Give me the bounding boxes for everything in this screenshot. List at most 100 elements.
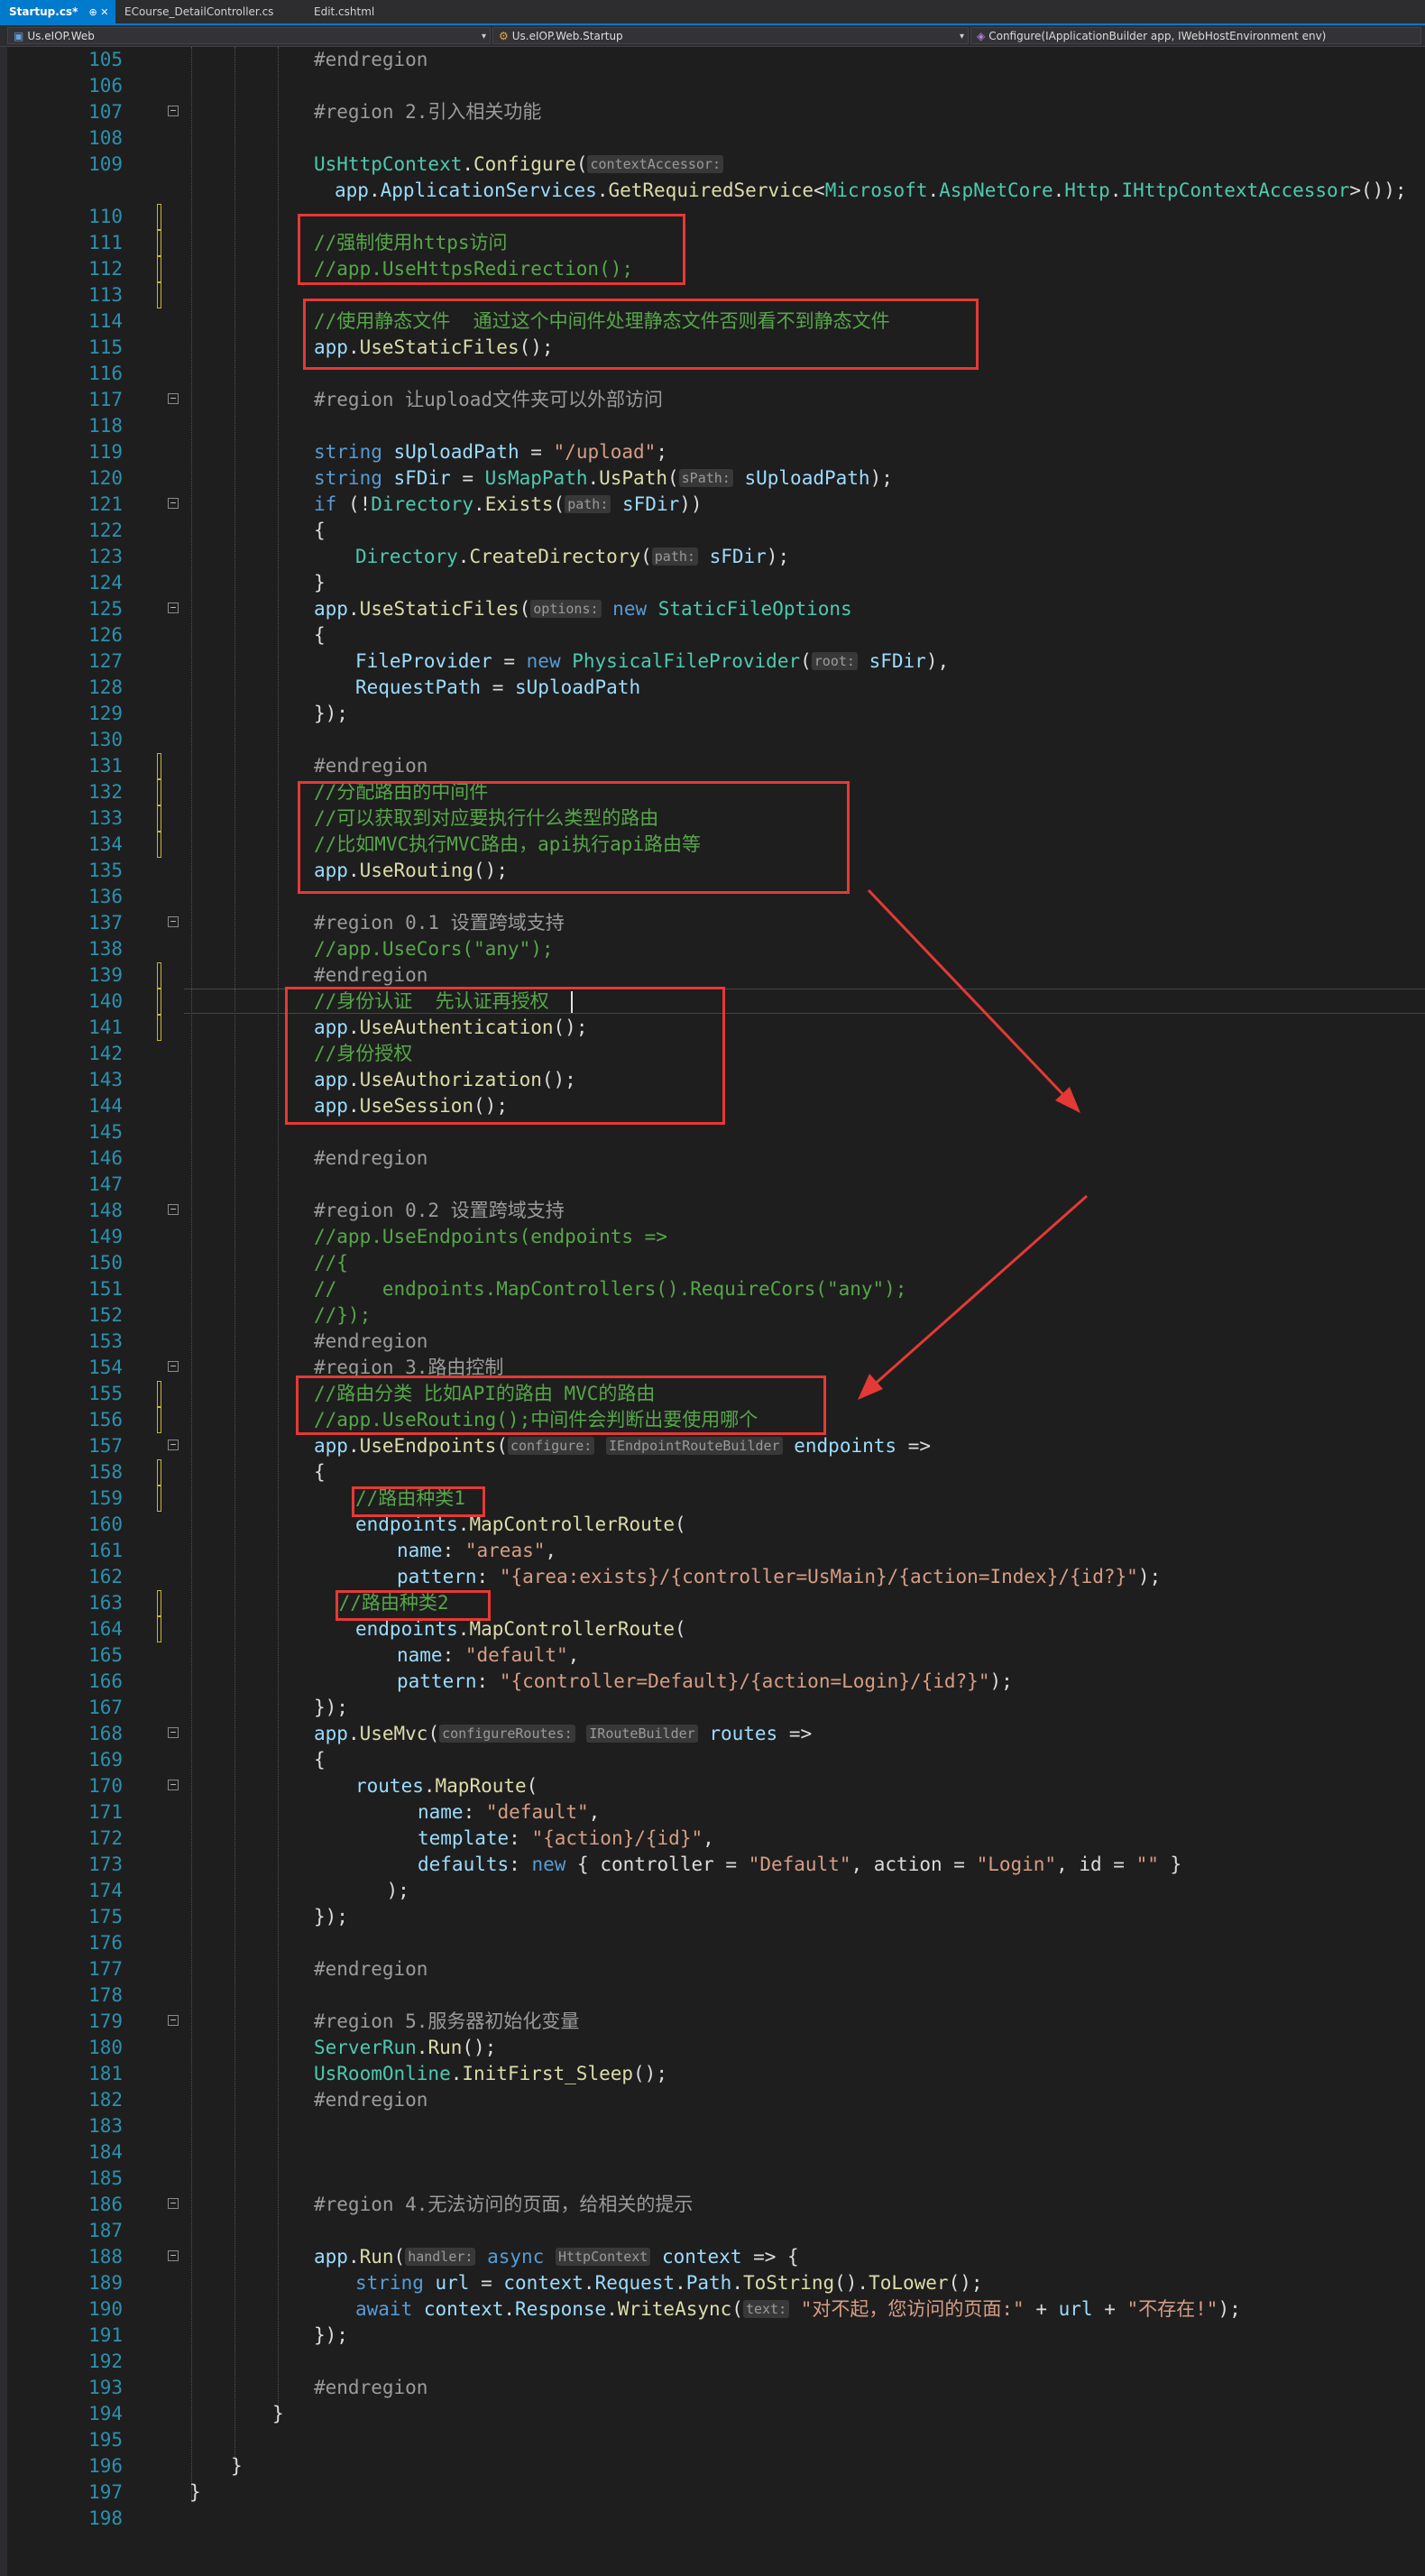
code-line[interactable]: 174); <box>7 1878 1425 1904</box>
code-line[interactable]: 167}); <box>7 1695 1425 1721</box>
code-line[interactable]: 152 //}); <box>7 1302 1425 1329</box>
code-line[interactable]: 111//强制使用https访问 <box>7 230 1425 256</box>
code-line[interactable]: 170 − routes.MapRoute( <box>7 1773 1425 1799</box>
code-line[interactable]: 178 <box>7 1983 1425 2009</box>
code-line[interactable]: 138 //app.UseCors("any"); <box>7 936 1425 962</box>
fold-collapse-icon[interactable]: − <box>168 393 179 404</box>
code-line[interactable]: 176 <box>7 1930 1425 1956</box>
fold-collapse-icon[interactable]: − <box>168 106 179 116</box>
tab-startup[interactable]: Startup.cs* ⊕ ✕ <box>0 0 115 23</box>
code-line[interactable]: 185 <box>7 2166 1425 2192</box>
code-line[interactable]: 172 template: "{action}/{id}", <box>7 1826 1425 1852</box>
code-line[interactable]: 119 string sUploadPath = "/upload"; <box>7 439 1425 465</box>
code-token: => { <box>741 2246 799 2268</box>
code-line[interactable]: 196} <box>7 2453 1425 2479</box>
code-line[interactable]: 109 UsHttpContext.Configure(contextAccess… <box>7 152 1425 178</box>
code-line[interactable]: 181 UsRoomOnline.InitFirst_Sleep(); <box>7 2061 1425 2087</box>
code-line[interactable]: 108 <box>7 125 1425 152</box>
fold-collapse-icon[interactable]: − <box>168 1780 179 1790</box>
code-line[interactable]: 123 Directory.CreateDirectory(path: sFDir… <box>7 544 1425 570</box>
code-line[interactable]: 121 − if (!Directory.Exists(path: sFDir)) <box>7 492 1425 518</box>
fold-collapse-icon[interactable]: − <box>168 2198 179 2209</box>
code-line[interactable]: 110 <box>7 204 1425 230</box>
code-line[interactable]: 126 { <box>7 622 1425 649</box>
code-line[interactable]: 162 pattern: "{area:exists}/{controller=U… <box>7 1564 1425 1590</box>
code-line[interactable]: 150 //{ <box>7 1250 1425 1276</box>
project-dropdown[interactable]: ▣ Us.eIOP.Web ▾ <box>7 27 491 44</box>
code-line[interactable]: 166 pattern: "{controller=Default}/{actio… <box>7 1669 1425 1695</box>
code-line[interactable]: 105 #endregion <box>7 47 1425 73</box>
code-line[interactable]: 148 − #region 0.2 设置跨域支持 <box>7 1198 1425 1224</box>
fold-collapse-icon[interactable]: − <box>168 498 179 509</box>
line-number: 155 <box>88 1383 123 1404</box>
code-line[interactable]: 195 <box>7 2427 1425 2453</box>
type-dropdown[interactable]: ⚙ Us.eIOP.Web.Startup ▾ <box>492 27 969 44</box>
code-line[interactable]: 127 FileProvider = new PhysicalFileProvid… <box>7 649 1425 675</box>
fold-collapse-icon[interactable]: − <box>168 1204 179 1215</box>
code-line[interactable]: 164 endpoints.MapControllerRoute( <box>7 1616 1425 1642</box>
fold-collapse-icon[interactable]: − <box>168 2250 179 2261</box>
fold-collapse-icon[interactable]: − <box>168 603 179 613</box>
code-line[interactable]: 175}); <box>7 1904 1425 1930</box>
code-line[interactable]: 169 { <box>7 1747 1425 1773</box>
code-line[interactable]: 158 { <box>7 1459 1425 1486</box>
code-line[interactable]: 193 #endregion <box>7 2375 1425 2401</box>
member-dropdown[interactable]: ◈ Configure(IApplicationBuilder app, IWeb… <box>970 27 1421 44</box>
code-line[interactable]: 107 − #region 2.引入相关功能 <box>7 99 1425 125</box>
code-line[interactable]: 179 − #region 5.服务器初始化变量 <box>7 2009 1425 2035</box>
code-line[interactable]: 149 //app.UseEndpoints(endpoints => <box>7 1224 1425 1250</box>
tab-close-icon[interactable]: ⊕ ✕ <box>89 6 109 18</box>
code-line[interactable]: 117 − #region 让upload文件夹可以外部访问 <box>7 387 1425 413</box>
code-line[interactable]: app.ApplicationServices.GetRequiredServi… <box>7 178 1425 204</box>
code-line[interactable]: 168 − app.UseMvc(configureRoutes: IRouteBu… <box>7 1721 1425 1747</box>
code-line[interactable]: 120 string sFDir = UsMapPath.UsPath(sPath… <box>7 465 1425 492</box>
code-line[interactable]: 194} <box>7 2401 1425 2427</box>
fold-collapse-icon[interactable]: − <box>168 1361 179 1372</box>
code-line[interactable]: 183 <box>7 2113 1425 2139</box>
code-line[interactable]: 151 // endpoints.MapControllers().Require… <box>7 1276 1425 1302</box>
fold-collapse-icon[interactable]: − <box>168 2015 179 2026</box>
code-line[interactable]: 106 <box>7 73 1425 99</box>
code-line[interactable]: 197} <box>7 2479 1425 2506</box>
code-line[interactable]: 131 #endregion <box>7 753 1425 779</box>
code-line[interactable]: 186 − #region 4.无法访问的页面，给相关的提示 <box>7 2192 1425 2218</box>
code-line[interactable]: 124} <box>7 570 1425 596</box>
code-line[interactable]: 137 − #region 0.1 设置跨域支持 <box>7 910 1425 936</box>
code-line[interactable]: 180 ServerRun.Run(); <box>7 2035 1425 2061</box>
code-line[interactable]: 177 #endregion <box>7 1956 1425 1983</box>
code-line[interactable]: 191}); <box>7 2323 1425 2349</box>
code-line[interactable]: 130 <box>7 727 1425 753</box>
code-line[interactable]: 129}); <box>7 701 1425 727</box>
fold-collapse-icon[interactable]: − <box>168 916 179 927</box>
fold-collapse-icon[interactable]: − <box>168 1440 179 1450</box>
tab-ecourse-detail-controller[interactable]: ECourse_DetailController.cs <box>115 0 305 23</box>
code-line[interactable]: 146 #endregion <box>7 1145 1425 1172</box>
code-line[interactable]: 122 { <box>7 518 1425 544</box>
fold-collapse-icon[interactable]: − <box>168 1727 179 1738</box>
code-line[interactable]: 147 <box>7 1172 1425 1198</box>
code-line[interactable]: 171 name: "default", <box>7 1799 1425 1826</box>
code-line[interactable]: 198 <box>7 2506 1425 2532</box>
code-line[interactable]: 161 name: "areas", <box>7 1538 1425 1564</box>
code-line[interactable]: 190 await context.Response.WriteAsync(tex… <box>7 2296 1425 2323</box>
code-line[interactable]: 159//路由种类1 <box>7 1486 1425 1512</box>
tab-edit-cshtml[interactable]: Edit.cshtml <box>305 0 413 23</box>
code-line[interactable]: 139 #endregion <box>7 962 1425 989</box>
code-line[interactable]: 118 <box>7 413 1425 439</box>
code-line[interactable]: 128 RequestPath = sUploadPath <box>7 675 1425 701</box>
code-editor[interactable]: 105 #endregion 106 107− #region 2.引入相关功能 108 1… <box>7 47 1425 2576</box>
code-line[interactable]: 165 name: "default", <box>7 1642 1425 1669</box>
code-line[interactable]: 189 string url = context.Request.Path.ToS… <box>7 2270 1425 2296</box>
code-line[interactable]: 160 endpoints.MapControllerRoute( <box>7 1512 1425 1538</box>
code-line[interactable]: 184 <box>7 2139 1425 2166</box>
code-line[interactable]: 112//app.UseHttpsRedirection(); <box>7 256 1425 282</box>
code-line[interactable]: 163//路由种类2 <box>7 1590 1425 1616</box>
code-line[interactable]: 125 − app.UseStaticFiles(options: new Stat… <box>7 596 1425 622</box>
code-line[interactable]: 188 − app.Run(handler: async HttpContext c… <box>7 2244 1425 2270</box>
code-line[interactable]: 153 #endregion <box>7 1329 1425 1355</box>
code-line[interactable]: 187 <box>7 2218 1425 2244</box>
code-line[interactable]: 192 <box>7 2349 1425 2375</box>
code-line[interactable]: 173 defaults: new { controller = "Default… <box>7 1852 1425 1878</box>
code-line[interactable]: 182 #endregion <box>7 2087 1425 2113</box>
code-line[interactable]: 157 − app.UseEndpoints(configure: IEndpoin… <box>7 1433 1425 1459</box>
